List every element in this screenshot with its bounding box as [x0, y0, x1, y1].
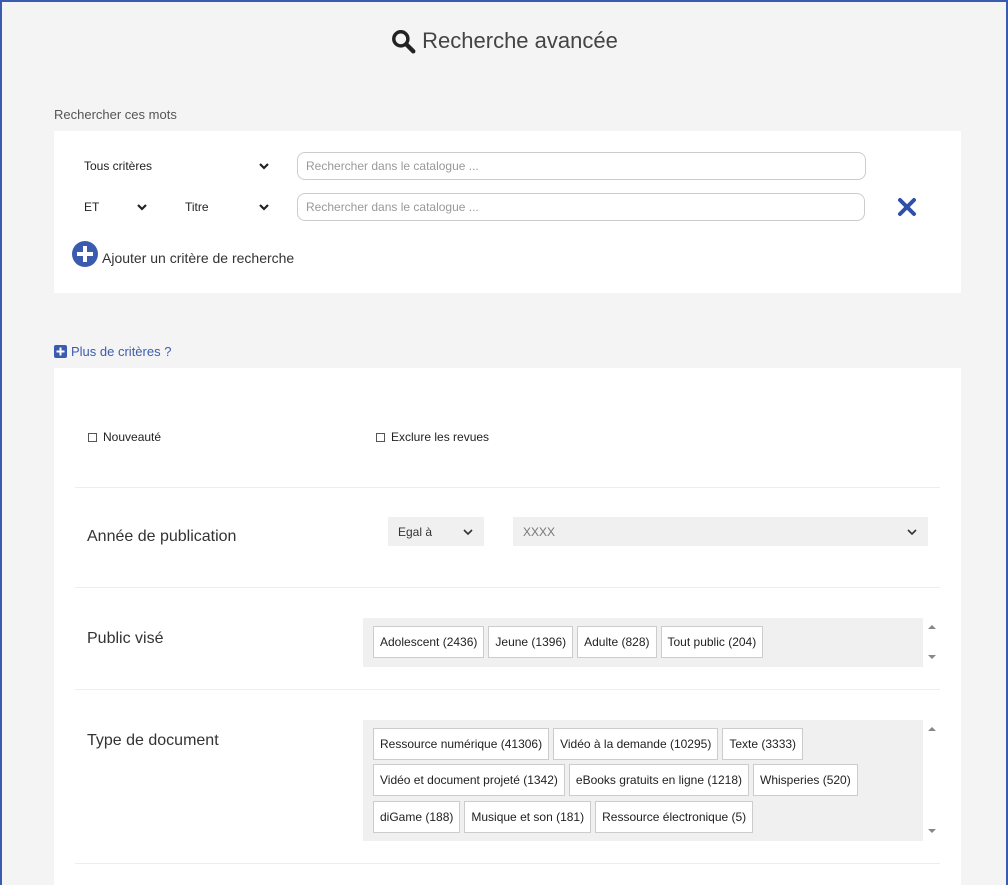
doc-type-chip[interactable]: Texte (3333) — [722, 728, 804, 760]
scroll-up-icon[interactable] — [927, 622, 937, 632]
doc-type-chip[interactable]: Vidéo et document projeté (1342) — [373, 764, 565, 797]
doc-type-label: Type de document — [87, 732, 219, 749]
doc-type-chip[interactable]: Musique et son (181) — [464, 800, 592, 833]
checkbox-row: Nouveauté Exclure les revues — [54, 430, 961, 450]
doc-type-chip[interactable]: Ressource numérique (41306) — [373, 728, 550, 760]
search-words-panel: Tous critères ET Titre Ajouter un critèr… — [54, 131, 961, 293]
new-checkbox[interactable]: Nouveauté — [88, 430, 161, 444]
checkbox-box[interactable] — [376, 432, 385, 442]
field-select-2[interactable]: Titre — [185, 193, 270, 221]
doc-type-chip-list: Ressource numérique (41306) Vidéo à la d… — [363, 720, 923, 841]
criterion-row-1: Tous critères — [54, 152, 961, 180]
checkbox-box[interactable] — [88, 432, 97, 442]
scroll-down-icon[interactable] — [927, 652, 937, 662]
more-criteria-toggle[interactable]: Plus de critères ? — [54, 344, 171, 359]
audience-scrollbar[interactable] — [926, 620, 938, 664]
operator-select[interactable]: ET — [84, 193, 148, 221]
audience-chip[interactable]: Jeune (1396) — [488, 626, 574, 658]
page-title-text: Recherche avancée — [422, 28, 618, 53]
chevron-down-icon — [259, 163, 269, 170]
year-operator-value: Egal à — [398, 524, 433, 539]
divider — [75, 487, 940, 488]
audience-chip-list: Adolescent (2436) Jeune (1396) Adulte (8… — [363, 618, 923, 667]
doc-type-chip[interactable]: Whisperies (520) — [753, 764, 858, 797]
field-select-1-value: Tous critères — [84, 159, 153, 173]
audience-chip[interactable]: Adolescent (2436) — [373, 626, 485, 658]
chevron-down-icon — [907, 528, 917, 535]
scroll-up-icon[interactable] — [927, 724, 937, 734]
plus-circle-icon — [72, 241, 98, 267]
more-criteria-label: Plus de critères ? — [71, 344, 172, 359]
audience-label: Public visé — [87, 630, 164, 647]
add-criterion-button[interactable]: Ajouter un critère de recherche — [71, 240, 294, 268]
year-label: Année de publication — [87, 528, 237, 545]
year-value: XXXX — [523, 524, 556, 539]
add-criterion-label: Ajouter un critère de recherche — [102, 250, 295, 266]
doc-type-chip[interactable]: eBooks gratuits en ligne (1218) — [568, 764, 750, 797]
search-input-1[interactable] — [297, 152, 866, 180]
page-title: Recherche avancée — [0, 28, 1008, 54]
field-select-2-value: Titre — [185, 200, 209, 214]
audience-chip[interactable]: Adulte (828) — [577, 626, 657, 658]
search-input-2[interactable] — [297, 193, 865, 221]
scroll-down-icon[interactable] — [927, 826, 937, 836]
divider — [75, 863, 940, 864]
chevron-down-icon — [137, 204, 147, 211]
year-operator-select[interactable]: Egal à — [388, 517, 484, 546]
exclude-journals-label: Exclure les revues — [391, 430, 490, 444]
exclude-journals-checkbox[interactable]: Exclure les revues — [376, 430, 489, 444]
new-checkbox-label: Nouveauté — [103, 430, 162, 444]
operator-select-value: ET — [84, 200, 100, 214]
year-value-select[interactable]: XXXX — [513, 517, 928, 546]
audience-chip[interactable]: Tout public (204) — [660, 626, 764, 658]
criterion-row-2: ET Titre — [54, 193, 961, 221]
doc-type-chip[interactable]: Ressource électronique (5) — [595, 800, 754, 833]
chevron-down-icon — [259, 204, 269, 211]
search-words-label: Rechercher ces mots — [54, 107, 177, 122]
more-criteria-panel: Nouveauté Exclure les revues Année de pu… — [54, 368, 961, 885]
doc-type-chip[interactable]: diGame (188) — [373, 800, 461, 833]
remove-criterion-icon[interactable] — [896, 196, 918, 218]
doc-type-scrollbar[interactable] — [926, 722, 938, 838]
plus-square-icon — [54, 345, 67, 358]
doc-type-chip[interactable]: Vidéo à la demande (10295) — [553, 728, 719, 760]
divider — [75, 689, 940, 690]
chevron-down-icon — [463, 528, 473, 535]
divider — [75, 587, 940, 588]
field-select-1[interactable]: Tous critères — [84, 152, 270, 180]
search-icon — [392, 30, 416, 54]
